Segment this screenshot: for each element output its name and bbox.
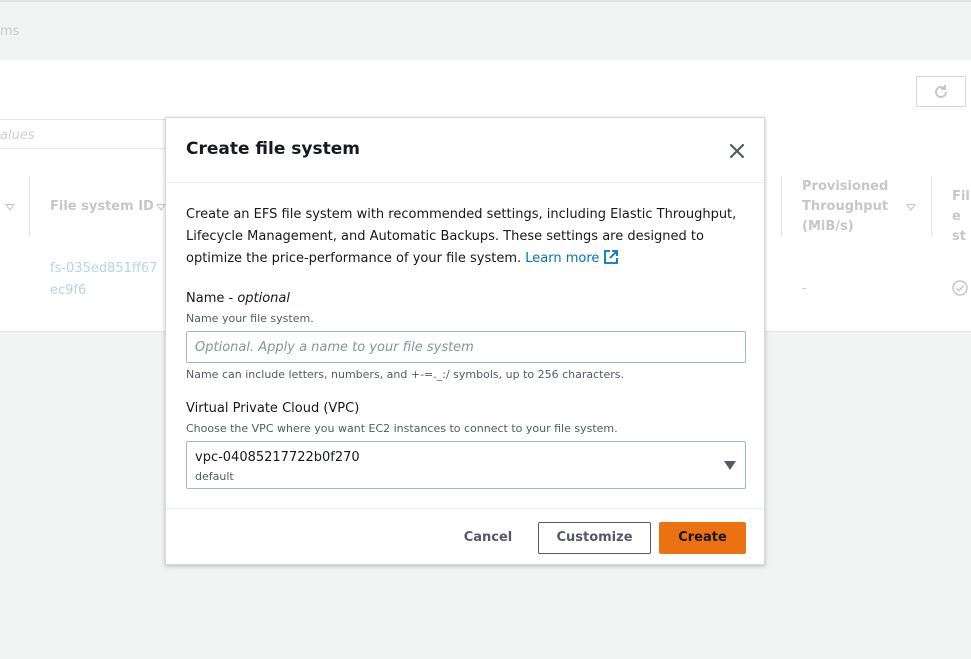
filter-input[interactable]: alues — [0, 119, 170, 149]
cancel-button[interactable]: Cancel — [448, 522, 528, 554]
customize-button[interactable]: Customize — [538, 522, 651, 554]
filter-placeholder: alues — [0, 128, 35, 143]
sort-icon[interactable] — [906, 204, 916, 211]
caret-down-icon — [724, 461, 736, 470]
vpc-selected-value: vpc-04085217722b0f270 — [195, 450, 360, 465]
vpc-select[interactable]: vpc-04085217722b0f270 default — [186, 441, 746, 489]
close-button[interactable] — [724, 138, 750, 164]
name-field-label: Name - optional — [186, 291, 290, 306]
name-input[interactable] — [186, 331, 746, 363]
vpc-field-label: Virtual Private Cloud (VPC) — [186, 401, 360, 416]
description-text: Create an EFS file system with recommend… — [186, 207, 737, 266]
external-link-icon — [604, 250, 619, 264]
modal-description: Create an EFS file system with recommend… — [186, 204, 751, 270]
status-check-icon — [952, 280, 968, 296]
vpc-field-description: Choose the VPC where you want EC2 instan… — [186, 422, 618, 435]
learn-more-link[interactable]: Learn more — [525, 250, 619, 266]
modal-title: Create file system — [186, 139, 361, 159]
column-separator — [781, 176, 782, 236]
top-border — [0, 0, 971, 2]
create-file-system-modal: Create file system Create an EFS file sy… — [165, 117, 765, 565]
background-breadcrumb: ms — [0, 24, 20, 39]
modal-footer-divider — [166, 508, 764, 509]
close-icon — [729, 143, 745, 159]
create-button[interactable]: Create — [659, 522, 746, 554]
provisioned-throughput-value: - — [802, 281, 807, 296]
file-system-id-link[interactable]: fs-035ed851ff67ec9f6 — [50, 258, 165, 302]
column-header-file-system-state[interactable]: File st — [952, 187, 970, 247]
modal-header: Create file system — [166, 118, 764, 183]
vpc-selected-description: default — [195, 470, 234, 483]
name-field-constraint: Name can include letters, numbers, and +… — [186, 368, 625, 381]
column-separator — [931, 176, 932, 236]
column-separator — [29, 176, 30, 236]
column-header-provisioned-throughput[interactable]: Provisioned Throughput (MiB/s) — [802, 177, 892, 237]
column-header-file-system-id[interactable]: File system ID — [50, 197, 154, 217]
refresh-button[interactable] — [916, 76, 966, 107]
refresh-icon — [935, 85, 947, 98]
name-field-description: Name your file system. — [186, 312, 314, 325]
sort-icon[interactable] — [5, 204, 15, 211]
